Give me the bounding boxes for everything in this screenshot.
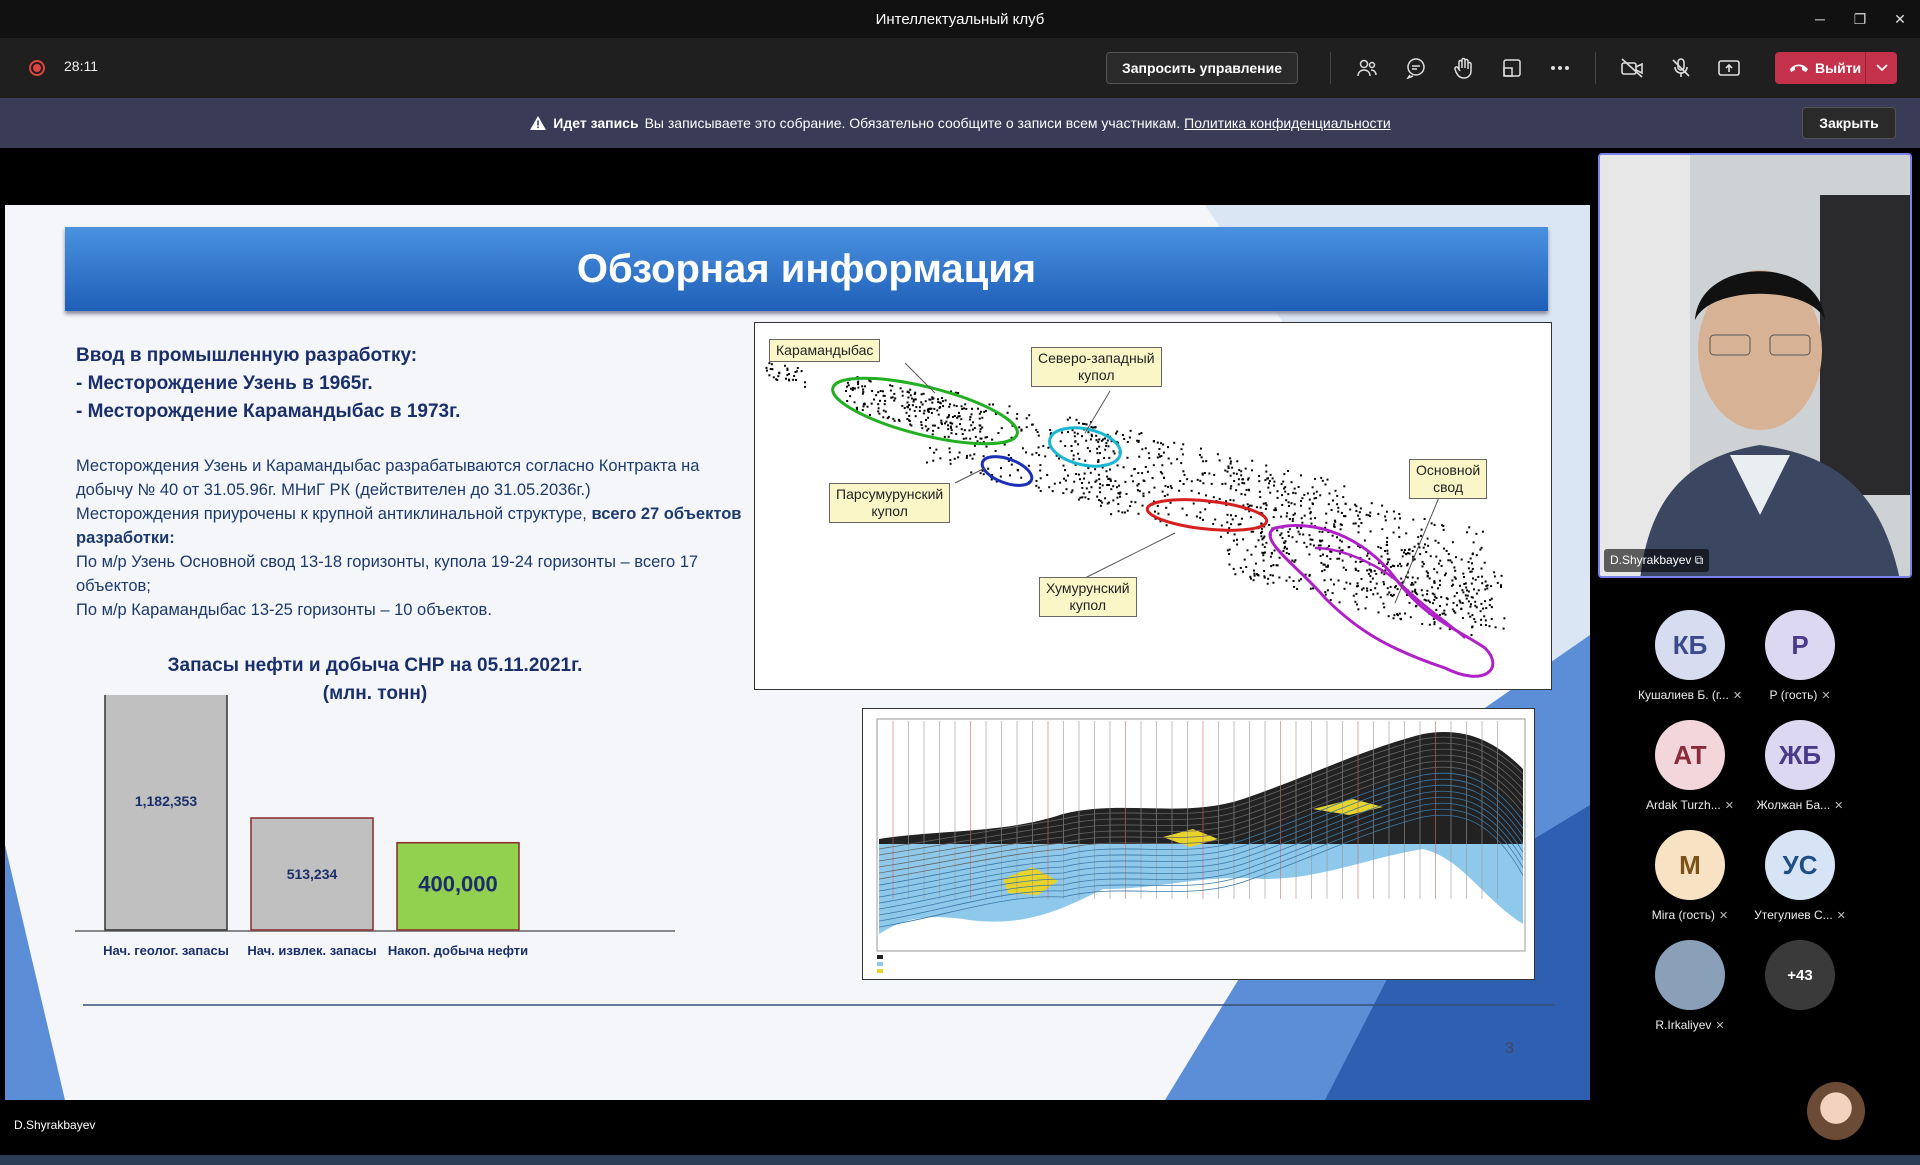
label-main-arch: Основной свод — [1409, 459, 1488, 499]
participant-tile[interactable]: R.Irkaliyev ✕ — [1635, 940, 1745, 1032]
intro-text: Ввод в промышленную разработку: - Местор… — [76, 342, 460, 426]
avatar: Р — [1765, 610, 1835, 680]
chart-bar — [104, 695, 228, 931]
para-contract: Месторождения Узень и Карамандыбас разра… — [76, 457, 700, 499]
mic-muted-icon: ✕ — [1718, 910, 1729, 922]
participant-tile[interactable]: +43 — [1745, 940, 1855, 1010]
chart-value-label: 1,182,353 — [135, 793, 197, 809]
participant-name: Mira (гость) ✕ — [1651, 908, 1729, 922]
para-structure: Месторождения приурочены к крупной антик… — [76, 505, 742, 547]
phone-hangup-icon — [1790, 64, 1808, 72]
chart-value-label: 400,000 — [418, 871, 498, 896]
participant-tile[interactable]: КБ Кушалиев Б. (г... ✕ — [1635, 610, 1745, 702]
chart-category-label: Нач. извлек. запасы — [247, 943, 376, 958]
intro-line-3: - Месторождение Карамандыбас в 1973г. — [76, 401, 461, 422]
avatar: УС — [1765, 830, 1835, 900]
mic-muted-icon: ✕ — [1724, 800, 1734, 812]
banner-text: Вы записываете это собрание. Обязательно… — [644, 115, 1181, 131]
chat-icon[interactable] — [1402, 54, 1430, 82]
more-icon[interactable] — [1546, 54, 1574, 82]
share-icon[interactable] — [1715, 54, 1743, 82]
intro-line-1: Ввод в промышленную разработку: — [76, 345, 418, 366]
participant-name: R.Irkaliyev ✕ — [1655, 1018, 1725, 1032]
mic-muted-icon: ✕ — [1834, 800, 1844, 812]
video-tile-presenter[interactable]: D.Shyrakbayev ⧉ — [1598, 153, 1912, 578]
participant-tile[interactable]: УС Утегулиев С... ✕ — [1745, 830, 1855, 922]
field-map: Карамандыбас Северо-западный купол Парсум… — [754, 322, 1552, 690]
privacy-link[interactable]: Политика конфиденциальности — [1184, 115, 1391, 131]
description-text: Месторождения Узень и Карамандыбас разра… — [76, 454, 756, 622]
avatar — [1655, 940, 1725, 1010]
leave-label: Выйти — [1815, 60, 1862, 76]
avatar: АТ — [1655, 720, 1725, 790]
para-uzen: По м/р Узень Основной свод 13-18 горизон… — [76, 553, 699, 595]
geological-cross-section — [862, 708, 1535, 980]
request-control-button[interactable]: Запросить управление — [1106, 52, 1298, 84]
mic-muted-icon: ✕ — [1821, 690, 1831, 702]
mic-muted-icon: ✕ — [1732, 690, 1743, 702]
warning-icon — [530, 116, 547, 130]
participant-name: Кушалиев Б. (г... ✕ — [1637, 688, 1743, 702]
recording-icon — [29, 60, 45, 76]
mic-muted-icon: ✕ — [1715, 1020, 1725, 1032]
chevron-down-icon[interactable] — [1865, 52, 1897, 84]
mic-off-icon[interactable] — [1667, 54, 1695, 82]
rooms-icon[interactable] — [1498, 54, 1526, 82]
participant-tile[interactable]: М Mira (гость) ✕ — [1635, 830, 1745, 922]
chart-value-label: 513,234 — [287, 866, 338, 882]
participant-name: Ardak Turzh... ✕ — [1646, 798, 1734, 812]
minimize-icon[interactable]: ─ — [1800, 0, 1840, 38]
recording-banner: Идет запись Вы записываете это собрание.… — [0, 98, 1920, 148]
label-parsumurun-dome: Парсумурунский купол — [829, 483, 951, 523]
participant-tile[interactable]: Р Р (гость) ✕ — [1745, 610, 1855, 702]
meeting-toolbar: 28:11 Запросить управление Выйти — [0, 38, 1920, 98]
people-icon[interactable] — [1353, 54, 1381, 82]
chart-category-label: Нач. геолог. запасы — [103, 943, 229, 958]
self-video-avatar[interactable] — [1807, 1082, 1865, 1140]
participant-tile[interactable]: ЖБ Жолжан Ба... ✕ — [1745, 720, 1855, 812]
avatar: М — [1655, 830, 1725, 900]
window-title: Интеллектуальный клуб — [875, 10, 1045, 28]
reactions-icon[interactable] — [1450, 54, 1478, 82]
window-titlebar: Интеллектуальный клуб ─ ❐ ✕ — [0, 0, 1920, 38]
shared-screen: Обзорная информация Ввод в промышленную … — [5, 153, 1590, 1100]
meeting-timer: 28:11 — [64, 58, 98, 74]
close-banner-button[interactable]: Закрыть — [1802, 107, 1896, 139]
pin-icon: ⧉ — [1694, 553, 1704, 567]
restore-icon[interactable]: ❐ — [1840, 0, 1880, 38]
leave-button[interactable]: Выйти — [1775, 52, 1897, 84]
participant-name: Утегулиев С... ✕ — [1754, 908, 1846, 922]
close-icon[interactable]: ✕ — [1880, 0, 1920, 38]
mic-muted-icon: ✕ — [1836, 910, 1846, 922]
participant-tile[interactable]: АТ Ardak Turzh... ✕ — [1635, 720, 1745, 812]
label-karamandybas: Карамандыбас — [769, 339, 881, 362]
cross-section-graphic — [876, 718, 1526, 973]
label-khumurun-dome: Хумурунский купол — [1039, 577, 1137, 617]
horizontal-scrollbar[interactable] — [0, 1155, 1920, 1165]
chart-category-label: Накоп. добыча нефти — [388, 943, 528, 958]
more-participants-button: +43 — [1765, 940, 1835, 1010]
avatar: КБ — [1655, 610, 1725, 680]
slide: Обзорная информация Ввод в промышленную … — [5, 205, 1590, 1100]
video-name-label: D.Shyrakbayev ⧉ — [1604, 549, 1710, 572]
avatar: ЖБ — [1765, 720, 1835, 790]
slide-title: Обзорная информация — [65, 227, 1548, 311]
participant-name: Р (гость) ✕ — [1769, 688, 1831, 702]
camera-off-icon[interactable] — [1618, 54, 1646, 82]
presenter-label: D.Shyrakbayev — [14, 1118, 96, 1132]
para-karamandybas: По м/р Карамандыбас 13-25 горизонты – 10… — [76, 601, 492, 619]
label-northwest-dome: Северо-западный купол — [1031, 347, 1162, 387]
participant-name: Жолжан Ба... ✕ — [1756, 798, 1844, 812]
reserves-bar-chart: 1,182,353 Нач. геолог. запасы 513,234 Нач. … — [75, 695, 675, 958]
presenter-video — [1600, 155, 1910, 576]
banner-bold: Идет запись — [553, 115, 639, 131]
slide-page-number: 3 — [1505, 1040, 1514, 1057]
intro-line-2: - Месторождение Узень в 1965г. — [76, 373, 373, 394]
